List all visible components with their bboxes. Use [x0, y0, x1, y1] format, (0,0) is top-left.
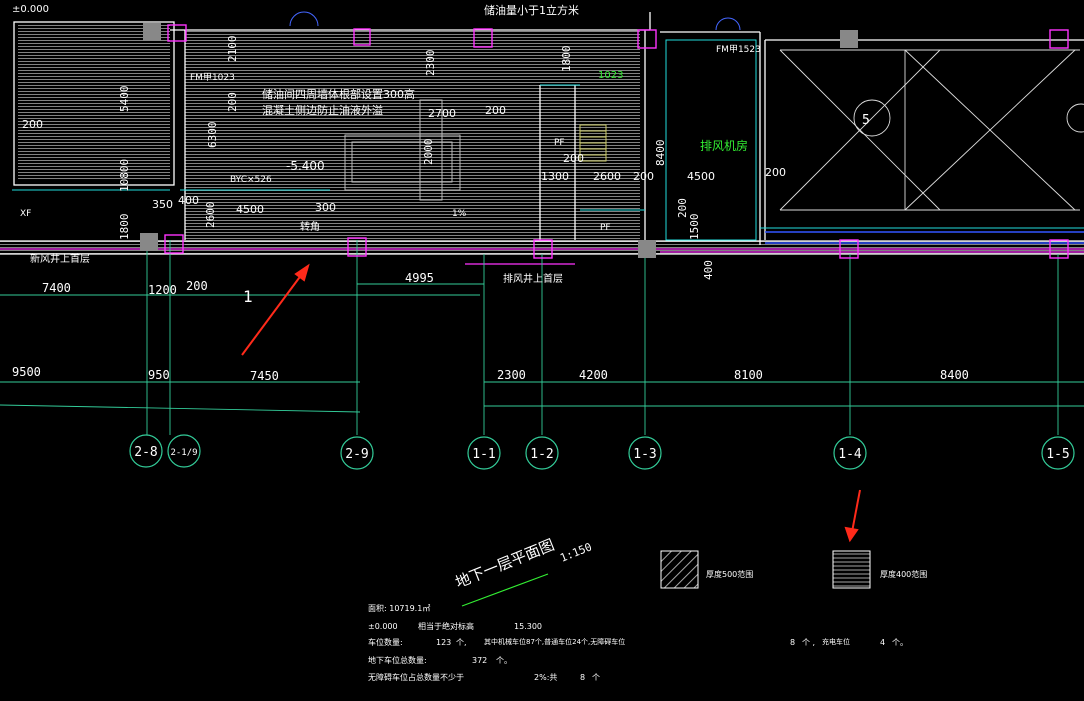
door-tag: BYC×526: [230, 175, 272, 185]
dim-text: 10800: [118, 159, 131, 192]
shaft-cross: [779, 49, 1084, 211]
note-text: 个,: [456, 638, 467, 647]
shaft-label: 新风井上首层: [30, 252, 90, 265]
dim-text: 2600: [593, 170, 621, 183]
dim-text: 1800: [560, 46, 573, 73]
dim-text: 200: [226, 92, 239, 112]
room-label: 排风机房: [700, 138, 748, 153]
dim-text: 400: [702, 260, 715, 280]
note-text: 储油间四周墙体根部设置300高: [262, 87, 415, 101]
dim-text: 8400: [940, 368, 969, 382]
room-tag: 5: [862, 113, 870, 128]
note-text: 8: [790, 638, 795, 647]
note-text: 混凝土侧边防止油液外溢: [262, 103, 383, 117]
dim-text: 2300: [424, 50, 437, 77]
dim-text: 2100: [226, 36, 239, 63]
axis-bubbles: [129, 434, 1075, 470]
axis-label: 1-2: [530, 447, 553, 462]
note-text: 其中机械车位87个,普通车位24个,无障碍车位: [484, 637, 625, 646]
dim-text: 5400: [118, 86, 131, 113]
note-text: 地下车位总数量:: [368, 655, 427, 665]
note-text: 相当于绝对标高: [418, 621, 474, 631]
dim-text: 1800: [118, 214, 131, 241]
legend-label: 厚度400范围: [880, 569, 927, 579]
shaft-label: 排风井上首层: [503, 272, 563, 285]
annotation-arrows: [241, 263, 861, 543]
dim-text: 1300: [541, 170, 569, 183]
dim-text: 1: [243, 287, 253, 306]
dim-text: 8100: [734, 368, 763, 382]
dim-text: 200: [765, 166, 786, 179]
floor-plan-drawing[interactable]: 5 2-8 2-1/9 2-9 1-1 1-2 1-3 1-4 1-5 7400…: [0, 0, 1084, 701]
tag-text: PF: [554, 138, 565, 148]
elevation-text: -5.400: [286, 159, 325, 173]
dim-text: 200: [485, 104, 506, 117]
axis-lines: [0, 240, 1084, 435]
drawing-title: 地下一层平面图 1:150: [453, 536, 594, 607]
note-text: 个。: [892, 638, 908, 647]
dim-text: 2600: [204, 202, 217, 229]
dim-text: 350: [152, 198, 173, 211]
dim-text: 2000: [422, 139, 435, 166]
legend-label: 厚度500范围: [706, 569, 753, 579]
tag-text: XF: [20, 209, 31, 219]
note-text: 储油量小于1立方米: [484, 3, 579, 17]
note-text: 个 ,: [802, 638, 815, 647]
dim-text: 200: [22, 118, 43, 131]
axis-label: 2-8: [134, 445, 157, 460]
dim-text: 200: [186, 279, 208, 293]
note-text: 15.300: [514, 622, 542, 631]
dim-text: 4995: [405, 271, 434, 285]
axis-label: 1-1: [472, 447, 495, 462]
dim-text: 8400: [654, 140, 667, 167]
dim-text: 7400: [42, 281, 71, 295]
axis-label: 1-4: [838, 447, 862, 462]
note-text: 面积: 10719.1㎡: [368, 603, 430, 613]
note-text: 4: [880, 638, 885, 647]
dim-text: 2700: [428, 107, 456, 120]
dim-text: 200: [563, 152, 584, 165]
note-text: 2%:共: [534, 673, 557, 682]
parking-notes: 面积: 10719.1㎡ ±0.000 相当于绝对标高 15.300 车位数量:…: [368, 603, 908, 682]
note-text: ±0.000: [368, 622, 398, 631]
door-tag: FM甲1523: [716, 44, 761, 55]
dim-text: 1200: [148, 283, 177, 297]
note-text: 8: [580, 673, 585, 682]
tag-text: 转角: [300, 220, 320, 233]
dim-text: 9500: [12, 365, 41, 379]
dim-text: 7450: [250, 369, 279, 383]
hatched-areas: [0, 25, 1084, 254]
note-text: 个: [592, 673, 600, 682]
plan-scale: 1:150: [558, 540, 594, 564]
door-tag: 1023: [598, 70, 623, 81]
tag-text: PF: [600, 223, 611, 233]
axis-label: 2-9: [345, 447, 368, 462]
cad-viewport[interactable]: 5 2-8 2-1/9 2-9 1-1 1-2 1-3 1-4 1-5 7400…: [0, 0, 1084, 701]
dim-text: ±0.000: [12, 4, 49, 15]
dim-text: 4200: [579, 368, 608, 382]
axis-label: 1-3: [633, 447, 656, 462]
note-text: 123: [436, 638, 451, 647]
dim-text: 300: [315, 201, 336, 214]
dim-text: 4500: [687, 170, 715, 183]
note-text: 无障碍车位占总数量不少于: [368, 672, 464, 682]
dim-text: 1500: [688, 214, 701, 241]
note-text: 372: [472, 656, 487, 665]
note-text: 车位数量:: [368, 637, 403, 647]
axis-label: 1-5: [1046, 447, 1069, 462]
dim-text: 200: [633, 170, 654, 183]
plan-title: 地下一层平面图: [453, 536, 557, 592]
door-tag: FM甲1023: [190, 72, 235, 83]
dim-text: 950: [148, 368, 170, 382]
axis-label: 2-1/9: [170, 448, 197, 458]
note-text: 个。: [496, 656, 512, 665]
note-text: 充电车位: [822, 637, 850, 646]
slope-text: 1%: [452, 209, 467, 219]
dim-text: 4500: [236, 203, 264, 216]
hatch-legend: 厚度500范围 厚度400范围: [660, 550, 927, 589]
dim-text: 6300: [206, 122, 219, 149]
dim-text: 400: [178, 194, 199, 207]
dim-text: 2300: [497, 368, 526, 382]
dim-text: 200: [676, 198, 689, 218]
